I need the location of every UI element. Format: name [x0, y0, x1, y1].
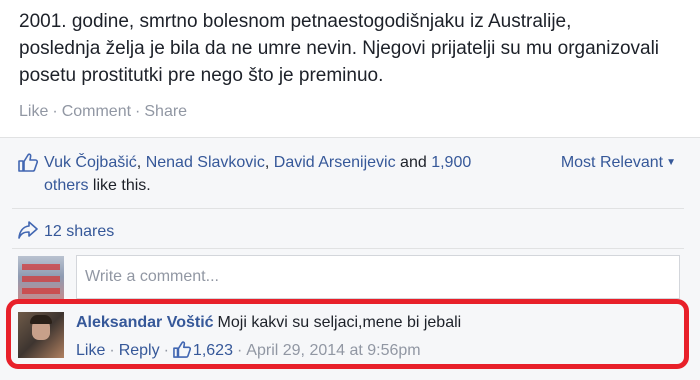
liker-name[interactable]: David Arsenijevic	[274, 154, 396, 171]
divider	[12, 208, 684, 209]
comment-like-count[interactable]: 1,623	[193, 342, 233, 359]
divider	[12, 248, 684, 249]
thumbs-up-icon	[173, 341, 191, 362]
comment-actions: Like · Reply · 1,623 · April 29, 2014 at 9:56p…	[76, 341, 421, 363]
caret-down-icon: ▼	[666, 157, 676, 168]
post-text-line: 2001. godine, smrtno bolesnom petnaestog…	[19, 11, 572, 32]
separator: ·	[109, 342, 115, 359]
sort-dropdown[interactable]: Most Relevant ▼	[561, 151, 676, 174]
comment-input-box[interactable]	[76, 255, 680, 299]
post-like-link[interactable]: Like	[19, 103, 48, 120]
separator: ·	[135, 103, 141, 120]
likes-suffix: like this.	[92, 177, 151, 194]
post-actions: Like · Comment · Share	[19, 103, 187, 121]
comment-input[interactable]	[77, 256, 679, 298]
liker-name[interactable]: Nenad Slavkovic	[146, 154, 265, 171]
post-text-line: posetu prostitutki pre nego što je premi…	[19, 65, 384, 86]
post-comment-link[interactable]: Comment	[62, 103, 131, 120]
sort-label: Most Relevant	[560, 154, 664, 171]
comment-text: Moji kakvi su seljaci,mene bi jebali	[217, 314, 462, 331]
separator: ·	[236, 342, 243, 359]
post-text-line: poslednja želja je bila da ne umre nevin…	[19, 38, 660, 59]
shares-link[interactable]: 12 shares	[18, 221, 114, 244]
comma: ,	[136, 154, 142, 171]
post-share-link[interactable]: Share	[144, 103, 187, 120]
share-arrow-icon	[18, 221, 38, 244]
thumbs-up-icon	[18, 153, 39, 179]
separator: ·	[163, 342, 169, 359]
liker-name[interactable]: Vuk Čojbašić	[44, 154, 137, 171]
likes-summary: Vuk Čojbašić, Nenad Slavkovic, David Ars…	[44, 151, 474, 197]
current-user-avatar	[18, 256, 64, 302]
comment-author[interactable]: Aleksandar Voštić	[76, 314, 214, 331]
comment-timestamp[interactable]: April 29, 2014 at 9:56pm	[246, 342, 420, 359]
post-text: 2001. godine, smrtno bolesnom petnaestog…	[19, 8, 679, 89]
avatar[interactable]	[18, 312, 64, 358]
comment-body: Aleksandar Voštić Moji kakvi su seljaci,m…	[76, 314, 461, 332]
shares-count: 12 shares	[44, 223, 115, 240]
comment-reply-link[interactable]: Reply	[119, 342, 160, 359]
comment-like-link[interactable]: Like	[76, 342, 105, 359]
separator: ·	[52, 103, 58, 120]
likes-and-text: and	[400, 154, 427, 171]
comma: ,	[264, 154, 270, 171]
